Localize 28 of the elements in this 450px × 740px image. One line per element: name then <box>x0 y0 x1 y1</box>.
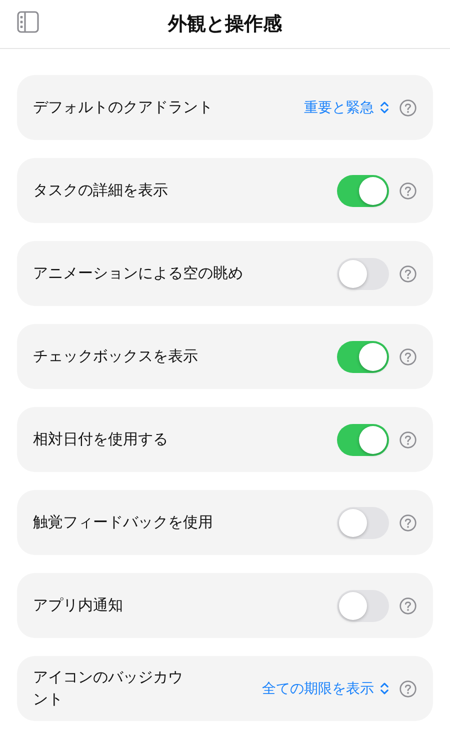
picker-button[interactable]: 全ての期限を表示 <box>262 680 389 698</box>
chevron-updown-icon <box>380 101 389 114</box>
setting-label: チェックボックスを表示 <box>33 346 199 367</box>
chevron-updown-icon <box>380 682 389 695</box>
toggle-switch[interactable] <box>337 506 389 538</box>
setting-label: 触覚フィードバックを使用 <box>33 512 214 533</box>
setting-label: デフォルトのクアドラント <box>33 96 214 118</box>
picker-button[interactable]: 重要と緊急 <box>304 98 389 116</box>
toggle-switch[interactable] <box>337 174 389 206</box>
toggle-switch[interactable] <box>337 590 389 622</box>
help-icon[interactable] <box>399 596 417 614</box>
help-icon[interactable] <box>399 348 417 366</box>
setting-label: アニメーションによる空の眺め <box>33 262 244 284</box>
setting-label: アプリ内通知 <box>33 594 124 616</box>
setting-label: アイコンのバッジカウント <box>33 666 184 710</box>
help-icon[interactable] <box>399 98 417 116</box>
toggle-switch[interactable] <box>337 424 389 456</box>
help-icon[interactable] <box>399 680 417 698</box>
help-icon[interactable] <box>399 264 417 282</box>
help-icon[interactable] <box>399 514 417 532</box>
help-icon[interactable] <box>399 430 417 448</box>
toggle-switch[interactable] <box>337 258 389 290</box>
toggle-switch[interactable] <box>337 340 389 372</box>
page-title: 外観と操作感 <box>168 12 282 37</box>
setting-label: 相対日付を使用する <box>33 428 169 450</box>
help-icon[interactable] <box>399 182 417 200</box>
sidebar-icon[interactable] <box>17 11 39 33</box>
setting-label: タスクの詳細を表示 <box>33 180 169 201</box>
